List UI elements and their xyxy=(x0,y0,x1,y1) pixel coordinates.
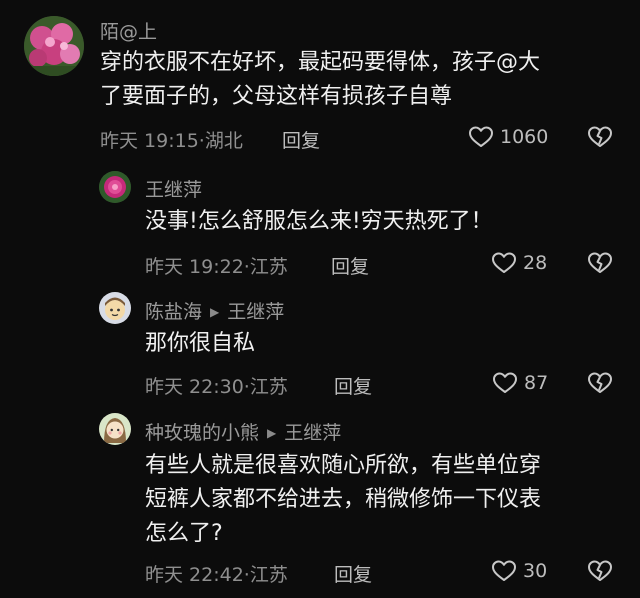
comment-text-line: 了要面子的，父母这样有损孩子自尊 xyxy=(100,84,453,109)
comment-location: 江苏 xyxy=(249,256,288,278)
heart-outline-icon xyxy=(492,560,516,581)
comment-meta: 昨天 22:30·江苏 xyxy=(145,372,288,399)
commenter-name[interactable]: 陌@上 xyxy=(100,17,157,44)
comment-location: 江苏 xyxy=(249,376,288,398)
heart-outline-icon xyxy=(493,372,517,393)
comment-meta: 昨天 22:42·江苏 xyxy=(145,560,288,587)
reply-button[interactable]: 回复 xyxy=(331,252,369,279)
commenter-name[interactable]: 王继萍 xyxy=(145,175,202,202)
broken-heart-icon xyxy=(588,126,612,147)
comment-text: 那你很自私 xyxy=(145,327,255,361)
dislike-button[interactable] xyxy=(587,251,613,275)
dislike-button[interactable] xyxy=(587,559,613,583)
avatar[interactable] xyxy=(99,292,131,324)
commenter-name: 陈盐海 ▶ 王继萍 xyxy=(145,297,284,324)
comment-time: 昨天 19:22 xyxy=(145,256,244,278)
reply-button[interactable]: 回复 xyxy=(334,372,372,399)
avatar[interactable] xyxy=(24,16,84,76)
comment-location: 湖北 xyxy=(204,130,243,152)
reply-button[interactable]: 回复 xyxy=(282,126,320,153)
comment-text-line: 短裤人家都不给进去，稍微修饰一下仪表 xyxy=(145,487,542,512)
comment-thread: 陌@上 穿的衣服不在好坏，最起码要得体，孩子@大 了要面子的，父母这样有损孩子自… xyxy=(0,0,640,598)
like-count: 1060 xyxy=(500,126,549,148)
comment-text-line: 有些人就是很喜欢随心所欲，有些单位穿 xyxy=(145,453,542,478)
commenter-name-link[interactable]: 陈盐海 xyxy=(145,301,202,323)
broken-heart-icon xyxy=(588,560,612,581)
comment-meta: 昨天 19:15·湖北 xyxy=(100,126,243,153)
like-button[interactable]: 1060 xyxy=(468,125,548,149)
comment-text-line: 那你很自私 xyxy=(145,331,256,356)
broken-heart-icon xyxy=(588,372,612,393)
comment-text-line: 没事!怎么舒服怎么来!穷天热死了！ xyxy=(145,209,493,234)
comment-text-line: 穿的衣服不在好坏，最起码要得体，孩子@大 xyxy=(100,50,541,75)
broken-heart-icon xyxy=(588,252,612,273)
cartoon-avatar-image xyxy=(99,292,131,324)
avatar[interactable] xyxy=(99,413,131,445)
cartoon-avatar-image xyxy=(99,413,131,445)
comment-text: 穿的衣服不在好坏，最起码要得体，孩子@大 了要面子的，父母这样有损孩子自尊 xyxy=(100,46,540,114)
comment-location: 江苏 xyxy=(249,564,288,586)
dislike-button[interactable] xyxy=(587,371,613,395)
comment-time: 昨天 22:30 xyxy=(145,376,244,398)
triangle-right-icon: ▶ xyxy=(267,426,277,440)
like-button[interactable]: 28 xyxy=(491,251,547,275)
flower-avatar-image xyxy=(24,16,84,76)
heart-outline-icon xyxy=(492,252,516,273)
comment-time: 昨天 19:15 xyxy=(100,130,199,152)
like-button[interactable]: 30 xyxy=(491,559,547,583)
reply-to-name[interactable]: 王继萍 xyxy=(227,301,284,323)
comment-meta: 昨天 19:22·江苏 xyxy=(145,252,288,279)
commenter-name: 种玫瑰的小熊 ▶ 王继萍 xyxy=(145,418,341,445)
reply-button[interactable]: 回复 xyxy=(334,560,372,587)
commenter-name-link[interactable]: 种玫瑰的小熊 xyxy=(145,422,259,444)
dislike-button[interactable] xyxy=(587,125,613,149)
heart-outline-icon xyxy=(469,126,493,147)
like-button[interactable]: 87 xyxy=(492,371,548,395)
comment-text: 没事!怎么舒服怎么来!穷天热死了！ xyxy=(145,205,493,239)
like-count: 87 xyxy=(524,372,549,394)
avatar[interactable] xyxy=(99,171,131,203)
comment-text-line: 怎么了? xyxy=(145,521,223,546)
like-count: 28 xyxy=(523,252,548,274)
flower-avatar-image xyxy=(99,171,131,203)
comment-text: 有些人就是很喜欢随心所欲，有些单位穿 短裤人家都不给进去，稍微修饰一下仪表 怎么… xyxy=(145,449,541,551)
comment-time: 昨天 22:42 xyxy=(145,564,244,586)
like-count: 30 xyxy=(523,560,548,582)
reply-to-name[interactable]: 王继萍 xyxy=(284,422,341,444)
triangle-right-icon: ▶ xyxy=(210,305,220,319)
